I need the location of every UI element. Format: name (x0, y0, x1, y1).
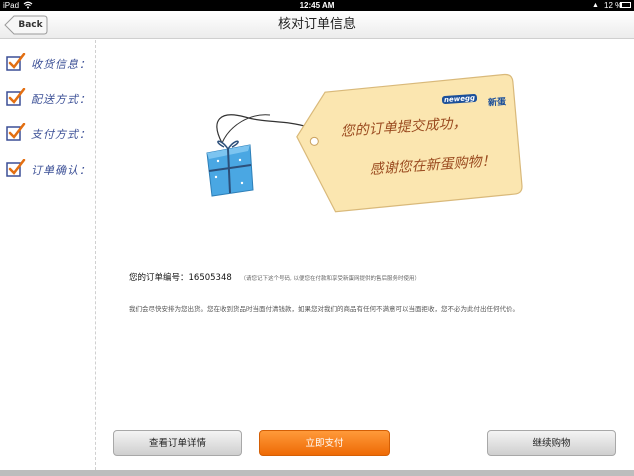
location-icon: ▲ (592, 2, 599, 9)
bottom-bar (0, 470, 634, 476)
order-number-label: 您的订单编号： (129, 273, 189, 283)
step-label: 订单确认： (31, 164, 91, 177)
battery-icon (620, 2, 631, 8)
gift-box-icon (206, 140, 254, 197)
step-label: 收货信息： (31, 58, 91, 71)
navigation-bar: Back 核对订单信息 (0, 11, 634, 39)
continue-shopping-button[interactable]: 继续购物 (487, 430, 616, 456)
order-number-note: （请您记下这个号码, 以便您在付款和享受新蛋网提供的售后服务时使用） (240, 276, 420, 282)
battery-fill (621, 3, 623, 7)
page-title: 核对订单信息 (277, 17, 356, 32)
checkbox-checked-icon (6, 122, 26, 145)
delivery-info-text: 我们会尽快安排为您出货。您在收到货品时当面付清钱款，如果您对我们的商品有任何不满… (129, 305, 519, 313)
step-order-confirm[interactable]: 订单确认： (6, 158, 94, 181)
step-delivery-method[interactable]: 配送方式： (6, 87, 94, 110)
clock: 12:45 AM (299, 1, 335, 10)
checkbox-checked-icon (6, 87, 26, 110)
status-bar: iPad 12:45 AM ▲ 12 % (0, 0, 634, 11)
order-success-illustration (206, 73, 523, 213)
view-order-details-button[interactable]: 查看订单详情 (113, 430, 242, 456)
step-label: 支付方式： (31, 128, 91, 141)
checkout-steps-sidebar: 收货信息： 配送方式： 支付方式： 订单确认： (0, 40, 96, 470)
step-payment-method[interactable]: 支付方式： (6, 122, 94, 145)
order-number-line: 您的订单编号：16505348 （请您记下这个号码, 以便您在付款和享受新蛋网提… (129, 271, 420, 283)
pay-now-button[interactable]: 立即支付 (259, 430, 390, 456)
newegg-cn-logo: 新蛋 (487, 97, 507, 109)
app-screen: iPad 12:45 AM ▲ 12 % Back 核对订单信息 收货信息： 配… (0, 0, 634, 476)
order-number: 16505348 (188, 273, 232, 283)
checkbox-checked-icon (6, 158, 26, 181)
checkbox-checked-icon (6, 52, 26, 75)
step-label: 配送方式： (31, 93, 91, 106)
step-shipping-info[interactable]: 收货信息： (6, 52, 94, 75)
